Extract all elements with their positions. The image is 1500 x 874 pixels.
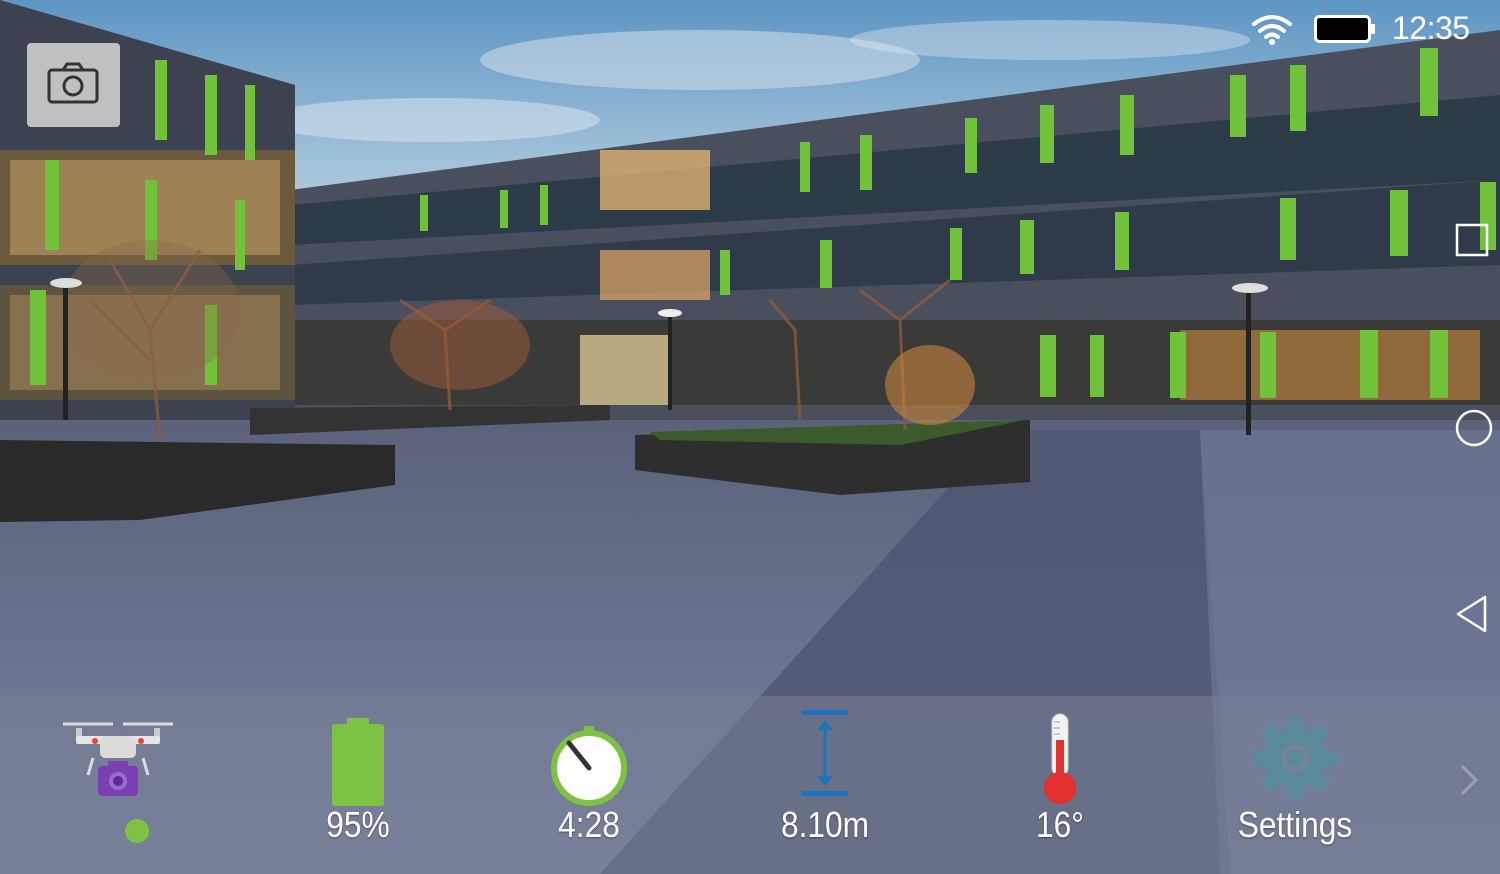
connection-status-dot bbox=[125, 819, 149, 843]
battery-status: 95% bbox=[258, 696, 458, 874]
wifi-icon bbox=[1252, 15, 1292, 45]
temperature-status: 16° bbox=[960, 696, 1160, 874]
temperature-label: 16° bbox=[1036, 804, 1084, 845]
stopwatch-icon bbox=[551, 726, 627, 806]
thermometer-icon bbox=[1044, 713, 1076, 804]
camera-icon bbox=[47, 62, 99, 104]
camera-button[interactable] bbox=[27, 43, 120, 127]
altitude-icon bbox=[802, 710, 848, 796]
gear-icon bbox=[1253, 716, 1337, 800]
battery-level-icon bbox=[332, 718, 384, 806]
clock: 12:35 bbox=[1392, 10, 1470, 46]
drone-status[interactable] bbox=[18, 696, 218, 874]
battery-icon bbox=[1314, 15, 1375, 43]
battery-label: 95% bbox=[326, 804, 390, 845]
circle-icon[interactable] bbox=[1454, 408, 1494, 448]
status-bar: 12:35 bbox=[1200, 0, 1500, 60]
hud-bar: 95% 4:28 8.10m 16° Settings bbox=[0, 696, 1500, 874]
drone-camera-view: 12:35 95% 4:28 8.10m 16° Settings bbox=[0, 0, 1500, 874]
flight-time-status: 4:28 bbox=[489, 696, 689, 874]
settings-label: Settings bbox=[1237, 804, 1353, 845]
settings-button[interactable]: Settings bbox=[1195, 696, 1395, 874]
flight-time-label: 4:28 bbox=[558, 804, 620, 845]
altitude-status: 8.10m bbox=[725, 696, 925, 874]
altitude-label: 8.10m bbox=[780, 804, 870, 845]
square-icon[interactable] bbox=[1454, 222, 1490, 258]
drone-camera-icon bbox=[63, 722, 173, 796]
triangle-back-icon[interactable] bbox=[1454, 594, 1490, 634]
